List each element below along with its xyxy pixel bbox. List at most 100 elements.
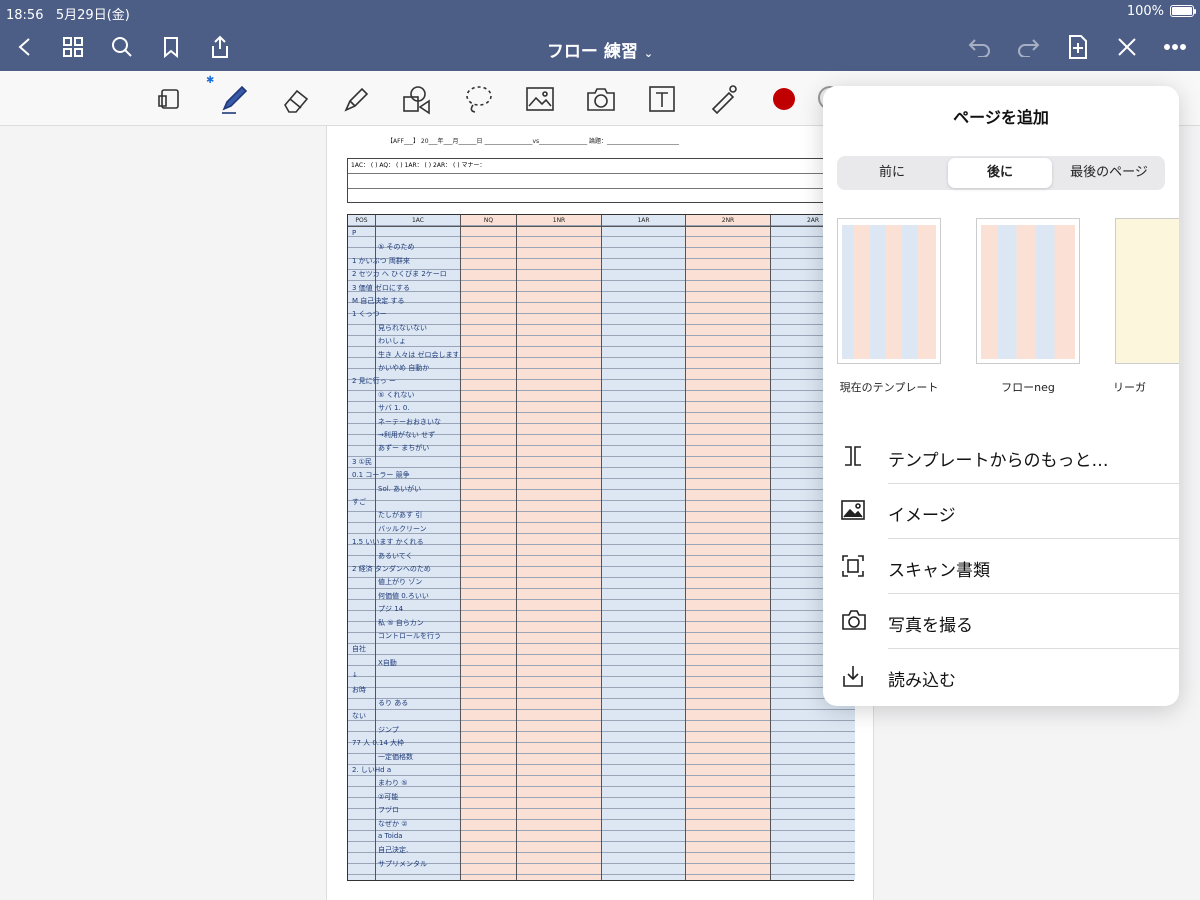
- handwriting-note: 生き 人々は ゼロ会します: [378, 350, 458, 359]
- color-red-swatch[interactable]: [773, 88, 795, 110]
- handwriting-note: 3 ①民: [352, 457, 372, 466]
- scan-icon: [841, 554, 865, 578]
- battery-icon: [1170, 5, 1196, 17]
- handwriting-note: 見られないない: [378, 323, 427, 332]
- handwriting-note: a Toida: [378, 832, 403, 840]
- handwriting-note: 2 セツカ へ ひくびま 2ケーロ: [352, 270, 447, 279]
- laser-pointer-icon[interactable]: [707, 83, 739, 115]
- template-label-legal: リーガ: [1113, 381, 1146, 394]
- text-tool-icon[interactable]: [646, 83, 678, 115]
- chevron-down-icon: ⌄: [643, 47, 654, 60]
- handwriting-note: X自動: [378, 658, 397, 667]
- handwriting-note: サバ 1. 0.: [378, 404, 410, 413]
- handwriting-note: フヅロ: [378, 806, 399, 815]
- template-icon: [841, 444, 865, 468]
- battery-percent: 100%: [1126, 4, 1164, 19]
- lasso-tool-icon[interactable]: [463, 83, 495, 115]
- menu-image[interactable]: イメージ: [823, 484, 1179, 539]
- handwriting-note: まわり ⑤: [378, 779, 408, 788]
- image-tool-icon[interactable]: [524, 83, 556, 115]
- handwriting-note: サプリメンタル: [378, 859, 427, 868]
- handwriting-note: 自社: [352, 645, 366, 654]
- column-1ar: 1AR: [602, 215, 686, 880]
- handwriting-note: 一定価格数: [378, 752, 413, 761]
- page-header-line: 【AFF___】 20___年___月______日 _____________…: [387, 138, 680, 145]
- handwriting-note: あるいてく: [378, 551, 413, 560]
- handwriting-note: ⑤ そのため: [378, 243, 415, 252]
- handwriting-note: Sol. あいがい: [378, 484, 422, 493]
- page-info-box: 1AC： ( ) AQ： ( ) 1AR： ( ) 2AR： ( ) マナー：: [347, 158, 854, 203]
- template-label-flow-neg: フローneg: [1001, 381, 1055, 394]
- handwriting-note: ↓: [352, 671, 358, 680]
- handwriting-note: 何価値 0.ろいい: [378, 591, 429, 600]
- read-only-icon[interactable]: [153, 83, 185, 115]
- handwriting-note: 値上がり ゾン: [378, 578, 423, 587]
- handwriting-note: るり ある: [378, 699, 409, 707]
- menu-scan-document[interactable]: スキャン書類: [823, 539, 1179, 594]
- template-thumb-current[interactable]: [837, 218, 941, 364]
- handwriting-note: ジンプ: [378, 725, 399, 734]
- camera-tool-icon[interactable]: [585, 83, 617, 115]
- handwriting-note: お時: [352, 685, 366, 694]
- template-thumb-flow-neg[interactable]: [976, 218, 1080, 364]
- bluetooth-icon: ✱: [206, 75, 215, 86]
- flow-grid: POS 1AC NQ 1NR 1AR 2NR 2AR P⑤ そのため 1 かいぶつ…: [347, 214, 855, 881]
- menu-more-templates[interactable]: テンプレートからのもっと…: [823, 429, 1179, 484]
- handwriting-note: 自己決定.: [378, 846, 409, 855]
- page-info-row: 1AC： ( ) AQ： ( ) 1AR： ( ) 2AR： ( ) マナー：: [348, 159, 853, 174]
- handwriting-note: →利用がない せず: [378, 431, 436, 439]
- handwriting-note: たしがあす 引: [378, 511, 423, 520]
- column-2nr: 2NR: [686, 215, 771, 880]
- status-time-date: 18:56 5月29日(金): [6, 8, 130, 23]
- segment-after[interactable]: 後に: [948, 158, 1052, 188]
- handwriting-note: なぜか ②: [378, 819, 408, 828]
- handwriting-note: 0.1 コーラー 競争: [352, 471, 410, 480]
- template-thumb-legal[interactable]: [1115, 218, 1179, 364]
- add-page-icon[interactable]: [1063, 32, 1093, 62]
- handwriting-note: コントロールを行う: [378, 632, 441, 640]
- insert-position-segmented-control: 前に 後に 最後のページ: [837, 156, 1165, 190]
- handwriting-note: かいやめ 自動か: [378, 364, 430, 372]
- handwriting-note: M 自己決定 する: [352, 297, 405, 305]
- handwriting-note: 77 人 0.14 大枠: [352, 739, 405, 748]
- undo-icon[interactable]: [965, 32, 995, 62]
- eraser-tool-icon[interactable]: [280, 83, 312, 115]
- column-1nr: 1NR: [517, 215, 602, 880]
- handwriting-note: ②可能: [378, 792, 399, 801]
- handwriting-note: あずー まちがい: [378, 444, 430, 453]
- segment-before[interactable]: 前に: [839, 158, 945, 188]
- handwriting-note: わいしょ: [378, 337, 406, 346]
- handwriting-note: プジ 14: [378, 605, 404, 614]
- page-info-blank: [348, 174, 853, 189]
- menu-import[interactable]: 読み込む: [823, 649, 1179, 704]
- handwriting-note: 私 ⑤ 自らカン: [378, 618, 424, 627]
- image-icon: [841, 499, 865, 523]
- add-page-popover: ページを追加 前に 後に 最後のページ 現在のテンプレート フローneg リーガ…: [823, 86, 1179, 706]
- segment-last-page[interactable]: 最後のページ: [1055, 158, 1163, 188]
- document-page[interactable]: 【AFF___】 20___年___月______日 _____________…: [326, 126, 874, 900]
- column-nq: NQ: [461, 215, 517, 880]
- top-bar: 18:56 5月29日(金) 100% フロー 練習 ⌄: [0, 0, 1200, 71]
- redo-icon[interactable]: [1013, 32, 1043, 62]
- handwriting-note: 1 くっつー: [352, 310, 387, 319]
- camera-icon: [841, 609, 866, 633]
- handwriting-note: ネーテーおおきいな: [378, 417, 441, 426]
- template-label-current: 現在のテンプレート: [839, 381, 939, 394]
- handwriting-note: P: [352, 229, 357, 237]
- handwriting-note: すご: [352, 498, 366, 506]
- handwriting-note: 2 経済 タンダンへのため: [352, 565, 431, 573]
- handwriting-note: 1.5 いいます かくれる: [352, 538, 424, 547]
- popover-title: ページを追加: [953, 108, 1049, 127]
- highlighter-tool-icon[interactable]: [340, 83, 372, 115]
- pen-tool-icon[interactable]: [218, 83, 250, 115]
- more-icon[interactable]: [1160, 32, 1190, 62]
- menu-take-photo[interactable]: 写真を撮る: [823, 594, 1179, 649]
- import-icon: [841, 664, 865, 688]
- handwriting-note: 1 かいぶつ 両群来: [352, 256, 410, 265]
- handwriting-note: 2. しいHd a: [352, 766, 392, 774]
- handwriting-note: バッルクリーン: [378, 524, 427, 533]
- handwriting-note: 3 価値 ゼロにする: [352, 283, 410, 292]
- close-pen-icon[interactable]: [1112, 32, 1142, 62]
- shape-tool-icon[interactable]: [400, 83, 432, 115]
- handwriting-note: 2 見に行っ ー: [352, 377, 396, 386]
